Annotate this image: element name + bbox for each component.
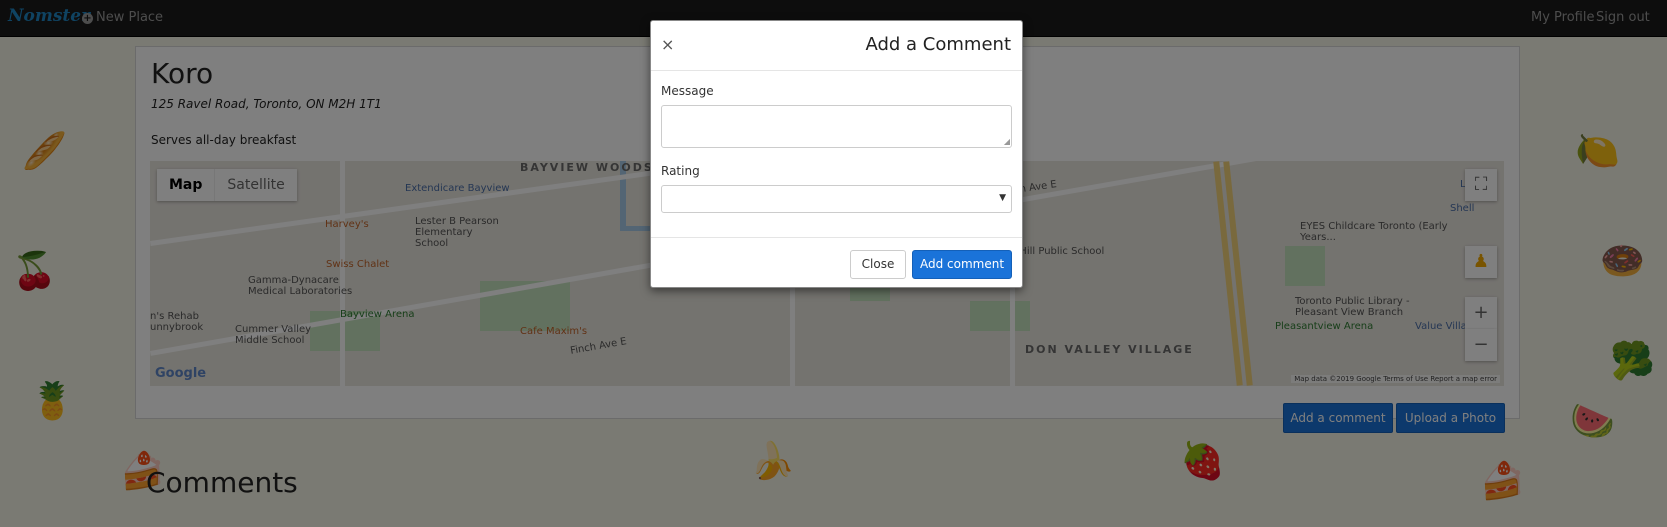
add-comment-modal: × Add a Comment Message ◢ Rating ▼ Close… <box>650 20 1023 288</box>
close-button[interactable]: Close <box>850 250 906 279</box>
chevron-down-icon: ▼ <box>999 193 1006 203</box>
message-label: Message <box>661 84 714 98</box>
rating-select[interactable]: ▼ <box>661 185 1012 213</box>
modal-title: Add a Comment <box>865 34 1011 55</box>
close-icon[interactable]: × <box>661 35 674 54</box>
resize-grip-icon[interactable]: ◢ <box>1004 137 1010 146</box>
modal-header: × Add a Comment <box>651 21 1022 71</box>
modal-footer: Close Add comment <box>651 237 1022 288</box>
rating-label: Rating <box>661 164 700 178</box>
message-textarea[interactable]: ◢ <box>661 105 1012 148</box>
submit-comment-button[interactable]: Add comment <box>912 250 1012 279</box>
